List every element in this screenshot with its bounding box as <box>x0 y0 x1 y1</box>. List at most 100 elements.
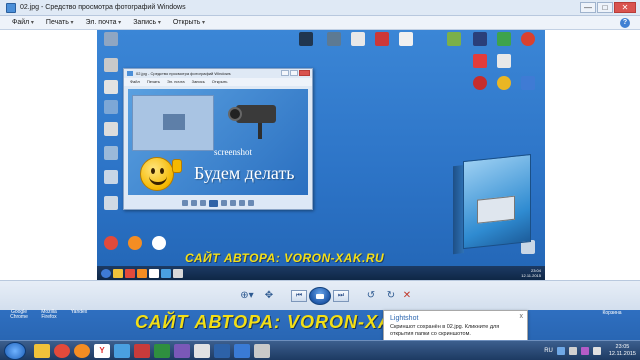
maximize-button[interactable]: □ <box>597 2 613 13</box>
app-icon[interactable] <box>254 343 270 358</box>
notification-body: Скриншот сохранён в 02.jpg. Кликните для… <box>390 324 500 337</box>
zoom-icon[interactable]: ⊕▾ <box>238 289 256 303</box>
explorer-icon[interactable] <box>34 343 50 358</box>
app-icon[interactable] <box>234 343 250 358</box>
desktop-icon-yandex[interactable]: Yandex <box>66 310 92 315</box>
tray-icon[interactable] <box>556 347 565 355</box>
chrome-icon[interactable] <box>54 343 70 358</box>
viewer-toolbar: ⊕▾ ✥ ⏮ ⏭ ↺ ↻ ✕ <box>0 280 640 310</box>
taskbar: Y RU 23:05 12.11.2015 <box>0 340 640 360</box>
menu-email[interactable]: Эл. почта <box>86 19 122 26</box>
tray-icon[interactable] <box>580 347 589 355</box>
start-button[interactable] <box>4 341 26 360</box>
inner-desktop-icon <box>443 32 465 46</box>
inner-desktop-icon <box>323 32 345 46</box>
inner-image: screenshot Будем делать <box>128 89 308 195</box>
app-icon[interactable] <box>154 343 170 358</box>
inner-menu-item: Открыть <box>211 79 228 84</box>
displayed-image: 02.jpg - Средство просмотра фотографий W… <box>97 30 545 280</box>
thumbs-up-icon <box>172 159 182 173</box>
window-titlebar: 02.jpg - Средство просмотра фотографий W… <box>0 0 640 16</box>
inner-desktop-icon <box>100 146 122 160</box>
taskbar-pinned: Y <box>34 343 270 358</box>
inner-desktop-icon <box>469 76 491 90</box>
clock[interactable]: 23:05 12.11.2015 <box>609 344 636 358</box>
inner-desktop-icon <box>371 32 393 46</box>
inner-menu-bar: Файл Печать Эл. почта Запись Открыть <box>124 78 312 86</box>
language-indicator[interactable]: RU <box>544 348 553 354</box>
clock-time: 23:05 <box>615 344 630 350</box>
image-caption: Будем делать <box>194 163 295 183</box>
menu-print[interactable]: Печать <box>46 19 74 26</box>
menu-burn[interactable]: Запись <box>133 19 161 26</box>
system-tray: RU 23:05 12.11.2015 <box>544 343 636 359</box>
notification-title: Lightshot <box>390 315 419 322</box>
inner-site-banner: САЙТ АВТОРА: VORON-XAK.RU <box>185 251 385 265</box>
inner-desktop-icon <box>100 170 122 184</box>
screenshot-label: screenshot <box>214 147 252 157</box>
inner-menu-item: Запись <box>191 79 205 84</box>
minimize-button[interactable]: — <box>580 2 596 13</box>
firefox-icon[interactable] <box>74 343 90 358</box>
inner-clock: 23:04 12.11.2015 <box>521 268 541 278</box>
window-controls: — □ ✕ <box>580 2 636 13</box>
inner-desktop-icon <box>295 32 317 46</box>
app-icon[interactable] <box>134 343 150 358</box>
delete-icon[interactable]: ✕ <box>400 289 414 303</box>
inner-yandex-icon <box>148 236 170 250</box>
photo-viewer-icon <box>6 2 16 13</box>
inner-desktop-icon <box>100 122 122 136</box>
inner-desktop-icon <box>347 32 369 46</box>
smiley-icon <box>140 157 174 191</box>
app-icon[interactable] <box>194 343 210 358</box>
menu-file[interactable]: Файл <box>12 19 34 26</box>
app-icon[interactable] <box>174 343 190 358</box>
clock-date: 12.11.2015 <box>608 351 636 357</box>
close-button[interactable]: ✕ <box>614 2 636 13</box>
inner-desktop-icon <box>517 32 539 46</box>
rotate-left-icon[interactable]: ↺ <box>364 289 378 303</box>
desktop-icon-firefox[interactable]: Mozilla Firefox <box>36 310 62 320</box>
inner-menu-item: Файл <box>130 79 140 84</box>
desktop-icon-chrome[interactable]: Google Chrome <box>6 310 32 320</box>
app-icon[interactable] <box>214 343 230 358</box>
book-cover-image <box>453 154 533 256</box>
inner-menu-item: Эл. почта <box>166 79 185 84</box>
help-icon[interactable]: ? <box>620 18 630 28</box>
inner-window-controls <box>281 70 310 76</box>
desktop-icon-recycle-bin[interactable]: Корзина <box>600 310 624 316</box>
inner-desktop-icon <box>493 54 515 68</box>
inner-desktop-icon <box>469 32 491 46</box>
inner-desktop-icon <box>395 32 417 46</box>
inner-desktop-icon <box>517 76 539 90</box>
next-button[interactable]: ⏭ <box>333 290 349 302</box>
inner-desktop-icon <box>493 32 515 46</box>
inner-viewer-toolbar <box>124 197 312 209</box>
actual-size-icon[interactable]: ✥ <box>262 289 276 303</box>
menu-open[interactable]: Открыть <box>173 19 205 26</box>
inner-desktop-icon <box>100 32 122 46</box>
slideshow-button[interactable] <box>309 287 331 305</box>
inner-menu-item: Печать <box>146 79 160 84</box>
photo-viewer-taskbar-icon[interactable] <box>114 343 130 358</box>
inner-screenshot-thumb <box>132 95 214 151</box>
volume-icon[interactable] <box>592 347 601 355</box>
video-camera-icon <box>228 97 288 139</box>
window-title: 02.jpg - Средство просмотра фотографий W… <box>20 4 186 11</box>
inner-desktop-icon <box>100 100 122 114</box>
inner-chrome-icon <box>100 236 122 250</box>
laptop-icon <box>477 195 515 224</box>
rotate-right-icon[interactable]: ↻ <box>384 289 398 303</box>
previous-button[interactable]: ⏮ <box>291 290 307 302</box>
inner-desktop-icon <box>100 58 122 72</box>
inner-taskbar: 23:04 12.11.2015 <box>97 266 545 280</box>
inner-desktop-icon <box>100 80 122 94</box>
yandex-icon[interactable]: Y <box>94 343 110 358</box>
network-icon[interactable] <box>568 347 577 355</box>
inner-desktop-icon <box>493 76 515 90</box>
inner-viewer-window: 02.jpg - Средство просмотра фотографий W… <box>123 68 313 210</box>
inner-desktop-icon <box>100 196 122 210</box>
inner-desktop-icon <box>469 54 491 68</box>
navigation-group: ⏮ ⏭ <box>286 287 354 305</box>
notification-close-icon[interactable]: x <box>520 313 524 320</box>
